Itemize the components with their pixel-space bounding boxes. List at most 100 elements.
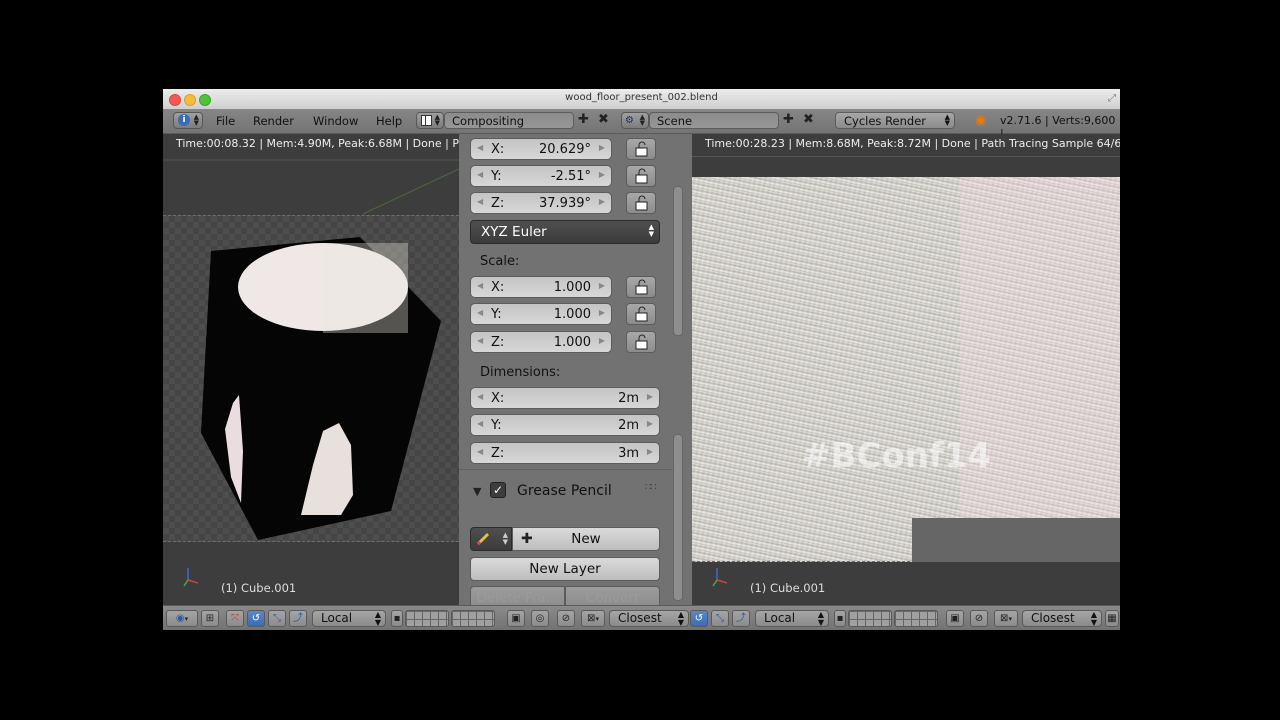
right-3d-viewport[interactable]: Time:00:28.23 | Mem:8.68M, Peak:8.72M | … xyxy=(692,134,1120,605)
menu-file[interactable]: File xyxy=(216,114,235,128)
delete-frame-button[interactable]: Delete Fra... xyxy=(470,586,565,605)
scale-z-field[interactable]: ◀ Z: 1.000 ▶ xyxy=(470,331,612,353)
snap-target-select[interactable]: Closest ▲ ▼ xyxy=(1022,610,1102,627)
dimensions-x-field[interactable]: ◀ X: 2m ▶ xyxy=(470,387,660,409)
snap-element-select[interactable]: ⊠▾ xyxy=(581,610,605,627)
increment-arrow-icon[interactable]: ▶ xyxy=(599,281,605,290)
scale-manipulator-icon[interactable]: ⤡ xyxy=(268,610,286,627)
properties-scrollbar-lower[interactable] xyxy=(673,434,683,601)
snap-target-select[interactable]: Closest ▲ ▼ xyxy=(609,610,689,627)
increment-arrow-icon[interactable]: ▶ xyxy=(599,143,605,152)
dimensions-y-field[interactable]: ◀ Y: 2m ▶ xyxy=(470,414,660,436)
axis-gizmo-icon xyxy=(183,568,199,587)
render-layer-icon[interactable]: ▣ xyxy=(946,610,964,627)
scale-section-label: Scale: xyxy=(480,254,520,269)
axis-label: Y: xyxy=(491,169,502,184)
field-value: -2.51° xyxy=(550,169,591,184)
rotation-z-field[interactable]: ◀ Z: 37.939° ▶ xyxy=(470,192,612,214)
layers-grid-2[interactable] xyxy=(894,610,938,627)
proportional-edit-icon[interactable]: ◎ xyxy=(531,610,549,627)
conference-watermark: #BConf14 xyxy=(802,436,992,476)
snap-toggle-icon[interactable]: ⊘ xyxy=(970,610,988,627)
translate-manipulator-icon[interactable]: ⤧ xyxy=(226,610,244,627)
left-3d-viewport[interactable]: Time:00:08.32 | Mem:4.90M, Peak:6.68M | … xyxy=(163,134,459,605)
scale-x-field[interactable]: ◀ X: 1.000 ▶ xyxy=(470,276,612,298)
layout-name-field[interactable]: Compositing xyxy=(444,112,574,129)
layer-lock-icon[interactable]: ▪ xyxy=(834,610,846,627)
updown-icon: ▲ ▼ xyxy=(677,610,684,627)
increment-arrow-icon[interactable]: ▶ xyxy=(599,308,605,317)
collapse-triangle-icon[interactable]: ▼ xyxy=(473,485,481,498)
grease-pencil-enable-checkbox[interactable]: ✓ xyxy=(490,482,506,498)
decrement-arrow-icon[interactable]: ◀ xyxy=(477,336,483,345)
updown-icon: ▲ ▼ xyxy=(944,113,950,127)
snap-toggle-icon[interactable]: ⊘ xyxy=(557,610,575,627)
increment-arrow-icon[interactable]: ▶ xyxy=(599,170,605,179)
decrement-arrow-icon[interactable]: ◀ xyxy=(477,281,483,290)
increment-arrow-icon[interactable]: ▶ xyxy=(647,392,653,401)
lock-rotation-z-icon[interactable] xyxy=(626,192,656,214)
scale-y-field[interactable]: ◀ Y: 1.000 ▶ xyxy=(470,303,612,325)
add-scene-icon[interactable]: ✚ xyxy=(780,112,797,129)
increment-arrow-icon[interactable]: ▶ xyxy=(647,419,653,428)
drag-handle-icon[interactable]: ∷∷ xyxy=(645,482,657,493)
decrement-arrow-icon[interactable]: ◀ xyxy=(477,419,483,428)
delete-scene-icon[interactable]: ✖ xyxy=(800,112,817,129)
grease-pencil-data-browse[interactable]: ▲ ▼ xyxy=(470,527,512,551)
snap-element-select[interactable]: ⊠▾ xyxy=(994,610,1018,627)
decrement-arrow-icon[interactable]: ◀ xyxy=(477,143,483,152)
layers-grid-2[interactable] xyxy=(451,610,495,627)
lock-scale-y-icon[interactable] xyxy=(626,303,656,325)
manipulator-toggle[interactable]: ⊞ xyxy=(201,610,219,627)
increment-arrow-icon[interactable]: ▶ xyxy=(599,197,605,206)
transform-orientation-select[interactable]: Local ▲ ▼ xyxy=(755,610,829,627)
lock-scale-z-icon[interactable] xyxy=(626,331,656,353)
menu-render[interactable]: Render xyxy=(253,114,294,128)
increment-arrow-icon[interactable]: ▶ xyxy=(599,336,605,345)
decrement-arrow-icon[interactable]: ◀ xyxy=(477,447,483,456)
rotation-x-field[interactable]: ◀ X: 20.629° ▶ xyxy=(470,138,612,160)
rendered-object xyxy=(201,237,441,540)
decrement-arrow-icon[interactable]: ◀ xyxy=(477,170,483,179)
menu-help[interactable]: Help xyxy=(376,114,402,128)
rotate-manipulator-icon[interactable]: ↺ xyxy=(247,610,265,627)
scale-manipulator-icon[interactable]: ⤡ xyxy=(711,610,729,627)
lock-scale-x-icon[interactable] xyxy=(626,276,656,298)
editor-type-button[interactable]: i ▲ ▼ xyxy=(173,112,203,129)
delete-layout-icon[interactable]: ✖ xyxy=(595,112,612,129)
info-icon: i xyxy=(178,114,190,126)
opengl-render-icon[interactable]: ▦ xyxy=(1105,610,1119,627)
new-layer-button[interactable]: New Layer xyxy=(470,557,660,581)
new-grease-pencil-button[interactable]: ✚ New xyxy=(512,527,660,551)
decrement-arrow-icon[interactable]: ◀ xyxy=(477,308,483,317)
extra-manipulator-icon[interactable]: ⤴ xyxy=(289,610,307,627)
render-engine-select[interactable]: Cycles Render ▲ ▼ xyxy=(835,112,955,129)
layer-lock-icon[interactable]: ▪ xyxy=(391,610,403,627)
lock-rotation-x-icon[interactable] xyxy=(626,138,656,160)
properties-scrollbar[interactable] xyxy=(673,186,683,336)
rotation-mode-select[interactable]: XYZ Euler ▲ ▼ xyxy=(470,220,660,244)
extra-manipulator-icon[interactable]: ⤴ xyxy=(732,610,750,627)
fullscreen-icon[interactable]: ⤢ xyxy=(1108,93,1116,104)
layout-selector-button[interactable]: ▲ ▼ xyxy=(416,112,444,129)
layers-grid-1[interactable] xyxy=(848,610,892,627)
rotation-y-field[interactable]: ◀ Y: -2.51° ▶ xyxy=(470,165,612,187)
increment-arrow-icon[interactable]: ▶ xyxy=(647,447,653,456)
blender-window: wood_floor_present_002.blend ⤢ i ▲ ▼ File… xyxy=(163,89,1120,630)
convert-button[interactable]: Convert xyxy=(565,586,660,605)
rotate-manipulator-icon[interactable]: ↺ xyxy=(690,610,708,627)
menu-window[interactable]: Window xyxy=(313,114,358,128)
dimensions-z-field[interactable]: ◀ Z: 3m ▶ xyxy=(470,442,660,464)
transform-orientation-select[interactable]: Local ▲ ▼ xyxy=(312,610,386,627)
decrement-arrow-icon[interactable]: ◀ xyxy=(477,197,483,206)
lock-rotation-y-icon[interactable] xyxy=(626,165,656,187)
scene-name-field[interactable]: Scene xyxy=(649,112,779,129)
rotation-mode-label: XYZ Euler xyxy=(481,224,547,240)
add-layout-icon[interactable]: ✚ xyxy=(575,112,592,129)
decrement-arrow-icon[interactable]: ◀ xyxy=(477,392,483,401)
scene-selector-button[interactable]: ⚙ ▲ ▼ xyxy=(621,112,649,129)
render-layer-icon[interactable]: ▣ xyxy=(507,610,525,627)
layers-grid-1[interactable] xyxy=(405,610,449,627)
pivot-point-select[interactable]: ◉▾ xyxy=(166,610,198,627)
screen-layout-icon xyxy=(421,115,432,126)
